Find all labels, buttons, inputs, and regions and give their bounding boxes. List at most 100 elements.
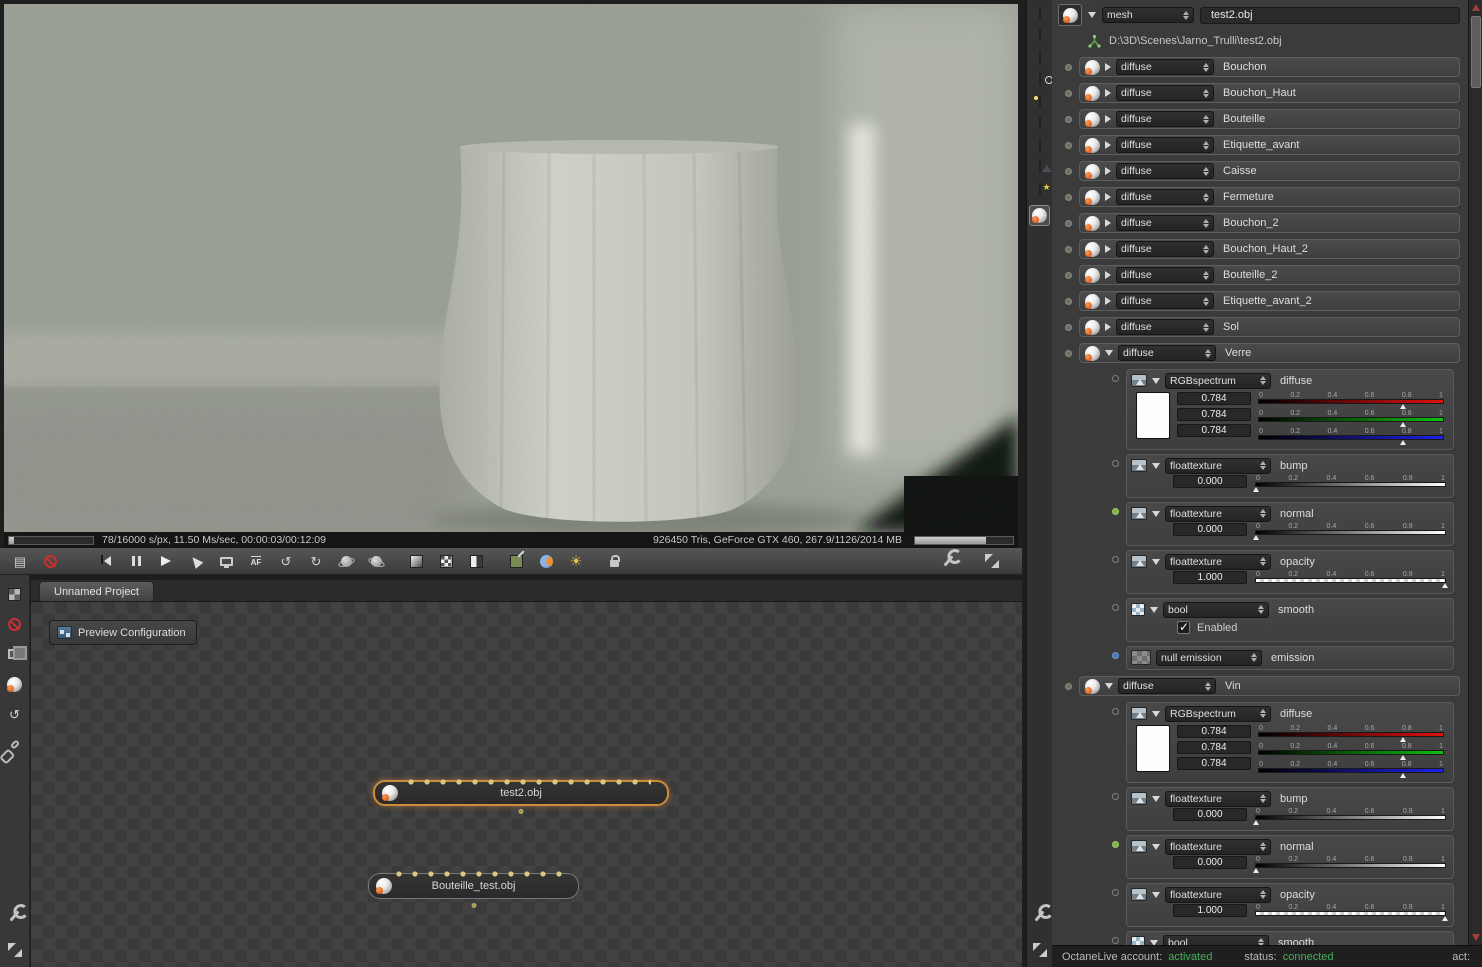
inspector-scrollbar[interactable] xyxy=(1468,0,1482,945)
collapse-toggle[interactable] xyxy=(1152,843,1160,850)
node-pin[interactable] xyxy=(1065,89,1072,97)
param-pin[interactable] xyxy=(1112,556,1119,563)
scroll-up-icon[interactable] xyxy=(1472,4,1480,11)
collapse-toggle[interactable] xyxy=(1105,350,1113,356)
graph-export-button[interactable] xyxy=(5,585,25,603)
graph-material-button[interactable] xyxy=(5,675,25,693)
node-pin[interactable] xyxy=(1065,682,1072,690)
inspector-settings-button[interactable] xyxy=(1030,907,1050,925)
viewport-settings-button[interactable] xyxy=(936,550,960,572)
param-type-dropdown[interactable]: RGBspectrum xyxy=(1165,372,1271,389)
param-type-dropdown[interactable]: floattexture xyxy=(1165,886,1271,903)
stop-render-button[interactable] xyxy=(38,550,62,572)
color-swatch[interactable] xyxy=(1136,725,1170,772)
expand-toggle[interactable] xyxy=(1105,219,1111,227)
input-pins[interactable] xyxy=(403,778,651,786)
node-graph-canvas[interactable]: Preview Configuration test2.obj Bouteill… xyxy=(31,602,1022,967)
param-type-dropdown[interactable]: bool xyxy=(1163,934,1269,945)
value-field-r[interactable]: 0.784 xyxy=(1177,392,1251,405)
reset-camera-button[interactable]: ↻ xyxy=(304,550,328,572)
material-type-dropdown[interactable]: diffuse xyxy=(1116,59,1214,75)
graph-reload-button[interactable]: ↺ xyxy=(5,705,25,723)
project-tab[interactable]: Unnamed Project xyxy=(39,581,154,601)
collapse-toggle[interactable] xyxy=(1152,795,1160,802)
expand-toggle[interactable] xyxy=(1105,141,1111,149)
value-field[interactable]: 1.000 xyxy=(1173,904,1247,917)
material-type-dropdown[interactable]: diffuse xyxy=(1116,293,1214,309)
autofocus-button[interactable]: AF xyxy=(244,550,268,572)
output-pin[interactable] xyxy=(471,903,476,908)
param-pin[interactable] xyxy=(1112,841,1119,848)
slider-green[interactable]: 0 0.2 0.4 0.6 0.8 1 xyxy=(1258,743,1444,760)
viewport-fullscreen-button[interactable] xyxy=(980,550,1004,572)
imager-button[interactable] xyxy=(1038,160,1041,174)
pause-render-button[interactable] xyxy=(124,550,148,572)
visible-environment-button[interactable] xyxy=(1038,116,1041,130)
slider-marker[interactable] xyxy=(1400,404,1407,409)
slider-marker[interactable] xyxy=(1442,583,1448,588)
slider-marker[interactable] xyxy=(1400,440,1407,445)
material-tab-button[interactable] xyxy=(1029,205,1050,226)
expand-toggle[interactable] xyxy=(1105,115,1111,123)
expand-toggle[interactable] xyxy=(1105,323,1111,331)
collapse-toggle[interactable] xyxy=(1105,683,1113,689)
expand-toggle[interactable] xyxy=(1105,297,1111,305)
lock-resolution-button[interactable] xyxy=(602,550,626,572)
resume-render-button[interactable] xyxy=(154,550,178,572)
color-swatch[interactable] xyxy=(1136,392,1170,439)
collapse-toggle[interactable] xyxy=(1152,891,1160,898)
node-type-button[interactable] xyxy=(1058,4,1082,26)
slider-marker[interactable] xyxy=(1253,487,1259,492)
graph-copy-button[interactable] xyxy=(5,645,27,663)
slider-float[interactable]: 0 0.2 0.4 0.6 0.8 1 xyxy=(1255,571,1448,588)
enabled-checkbox[interactable] xyxy=(1177,620,1190,634)
collapse-toggle[interactable] xyxy=(1152,510,1160,517)
inspector-fullscreen-button[interactable] xyxy=(1030,941,1050,959)
value-field[interactable]: 1.000 xyxy=(1173,571,1247,584)
collapse-toggle[interactable] xyxy=(1152,710,1160,717)
param-type-dropdown[interactable]: floattexture xyxy=(1165,457,1271,474)
environment-button[interactable] xyxy=(1038,94,1041,108)
param-type-dropdown[interactable]: floattexture xyxy=(1165,790,1271,807)
mesh-file-path-row[interactable]: D:\3D\Scenes\Jarno_Trulli\test2.obj xyxy=(1088,33,1458,49)
node-pin[interactable] xyxy=(1065,141,1072,149)
slider-blue[interactable]: 0 0.2 0.4 0.6 0.8 1 xyxy=(1258,761,1444,778)
slider-green[interactable]: 0 0.2 0.4 0.6 0.8 1 xyxy=(1258,410,1444,427)
slider-marker[interactable] xyxy=(1400,773,1407,778)
node-pin[interactable] xyxy=(1065,219,1072,227)
slider-marker[interactable] xyxy=(1442,916,1448,921)
material-type-dropdown[interactable]: diffuse xyxy=(1118,678,1216,694)
value-field-g[interactable]: 0.784 xyxy=(1177,741,1251,754)
collapse-toggle[interactable] xyxy=(1152,377,1160,384)
material-type-dropdown[interactable]: diffuse xyxy=(1116,267,1214,283)
expand-toggle[interactable] xyxy=(1105,271,1111,279)
gradient-view-button[interactable] xyxy=(404,550,428,572)
network-render-button[interactable] xyxy=(534,550,558,572)
value-field[interactable]: 0.000 xyxy=(1173,808,1247,821)
expand-toggle[interactable] xyxy=(1105,63,1111,71)
mesh-node-bouteille-test[interactable]: Bouteille_test.obj xyxy=(368,870,579,908)
slider-red[interactable]: 0 0.2 0.4 0.6 0.8 1 xyxy=(1258,392,1444,409)
checker-view-button[interactable] xyxy=(434,550,458,572)
node-pin[interactable] xyxy=(1065,245,1072,253)
material-type-dropdown[interactable]: diffuse xyxy=(1116,241,1214,257)
refresh-button[interactable]: ↺ xyxy=(274,550,298,572)
node-pin[interactable] xyxy=(1065,271,1072,279)
postprocessing-button[interactable] xyxy=(1038,182,1041,196)
node-pin[interactable] xyxy=(1065,115,1072,123)
material-type-dropdown[interactable]: diffuse xyxy=(1116,215,1214,231)
param-pin[interactable] xyxy=(1112,889,1119,896)
value-field[interactable]: 0.000 xyxy=(1173,856,1247,869)
render-target-button[interactable] xyxy=(1038,6,1041,20)
slider-marker[interactable] xyxy=(1400,755,1407,760)
slider-float[interactable]: 0 0.2 0.4 0.6 0.8 1 xyxy=(1253,856,1446,873)
value-field-g[interactable]: 0.784 xyxy=(1177,408,1251,421)
param-type-dropdown[interactable]: RGBspectrum xyxy=(1165,705,1271,722)
material-type-dropdown[interactable]: diffuse xyxy=(1116,85,1214,101)
viewport-display-button[interactable] xyxy=(214,550,238,572)
param-pin[interactable] xyxy=(1112,793,1119,800)
graph-settings-button[interactable] xyxy=(5,907,25,925)
slider-marker[interactable] xyxy=(1400,422,1407,427)
slider-blue[interactable]: 0 0.2 0.4 0.6 0.8 1 xyxy=(1258,428,1444,445)
expand-toggle[interactable] xyxy=(1105,89,1111,97)
